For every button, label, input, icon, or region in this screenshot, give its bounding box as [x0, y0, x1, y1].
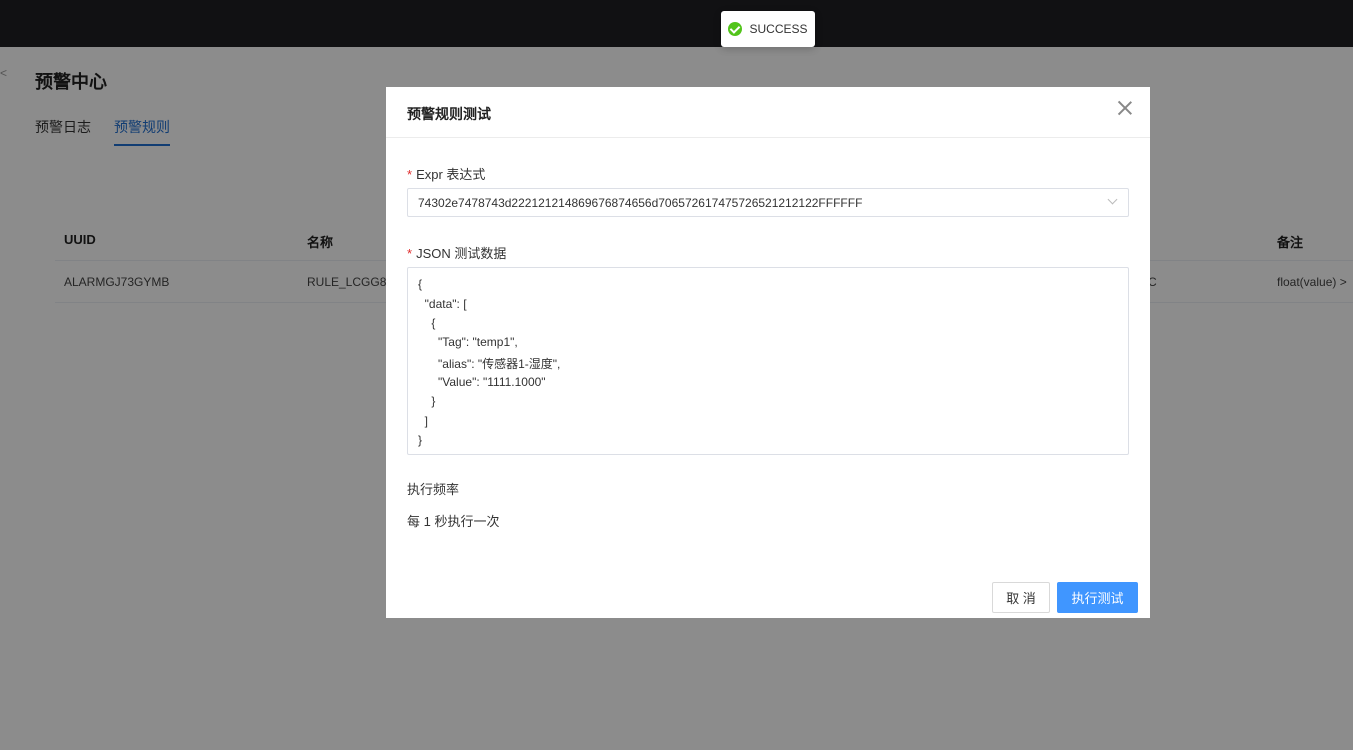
rule-test-dialog: 预警规则测试 * Expr 表达式 74302e7478743d222121214… [386, 87, 1150, 618]
chevron-down-icon [1107, 194, 1118, 205]
json-line: { [418, 316, 436, 330]
required-asterisk: * [407, 167, 413, 182]
dialog-header: 预警规则测试 [386, 87, 1150, 138]
expr-label-text: Expr 表达式 [416, 167, 486, 182]
frequency-label: 执行频率 [407, 482, 460, 497]
json-line: "Tag": "temp1", [418, 335, 518, 349]
toast-message: SUCCESS [749, 22, 808, 36]
json-line: { [418, 277, 423, 291]
check-circle-icon [728, 22, 743, 36]
dialog-title: 预警规则测试 [407, 106, 491, 122]
close-icon[interactable] [1118, 101, 1132, 115]
expr-select-value: 74302e7478743d222121214869676874656d7065… [418, 196, 863, 210]
frequency-value: 每 1 秒执行一次 [407, 514, 500, 529]
cancel-button[interactable]: 取 消 [992, 582, 1050, 613]
run-test-button[interactable]: 执行测试 [1057, 582, 1138, 613]
required-asterisk: * [407, 246, 413, 261]
success-toast: SUCCESS [721, 11, 815, 47]
json-textarea[interactable]: { "data": [ { "Tag": "temp1", "alias": "… [407, 267, 1129, 455]
json-line: "Value": "1111.1000" [418, 375, 546, 389]
json-label-text: JSON 测试数据 [416, 246, 507, 261]
json-line: "alias": "传感器1-湿度", [418, 357, 561, 371]
json-label: * JSON 测试数据 [407, 243, 506, 262]
json-line: } [418, 433, 423, 447]
json-line: "data": [ [418, 297, 467, 311]
json-line: } [418, 394, 436, 408]
expr-label: * Expr 表达式 [407, 164, 485, 183]
json-line: ] [418, 414, 429, 428]
expr-select[interactable]: 74302e7478743d222121214869676874656d7065… [407, 188, 1129, 217]
